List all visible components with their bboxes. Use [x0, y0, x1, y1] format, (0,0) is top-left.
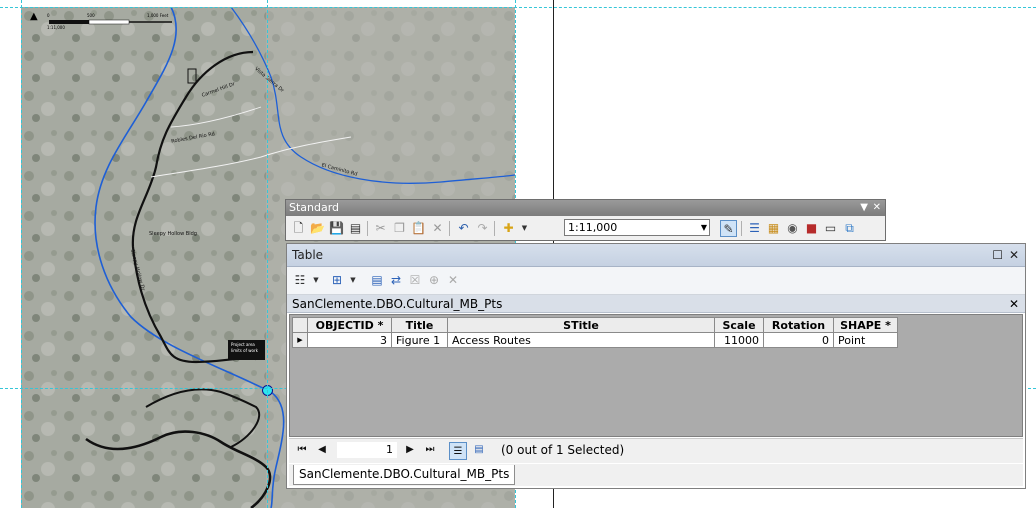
table-window-title: Table	[292, 248, 324, 262]
toolbar-separator	[449, 221, 450, 236]
row-selector-header[interactable]	[292, 317, 308, 333]
toolbar-separator	[494, 221, 495, 236]
search-window-icon[interactable]: ◉	[784, 220, 801, 237]
table-layer-header: SanClemente.DBO.Cultural_MB_Pts ✕	[287, 295, 1025, 313]
close-icon[interactable]: ✕	[873, 200, 881, 216]
toolbar-separator	[741, 221, 742, 236]
standard-toolbar[interactable]: Standard ▼ ✕ 🗋 📂 💾 ▤ ✂ ❐ 📋 ✕ ↶ ↷ ✚ ▼ 1:1…	[285, 199, 886, 241]
standard-toolbar-buttons: 🗋 📂 💾 ▤ ✂ ❐ 📋 ✕ ↶ ↷ ✚ ▼ 1:11,000 ▼ ✎ ☰ ▦…	[288, 218, 884, 240]
model-builder-icon[interactable]: ⧉	[841, 220, 858, 237]
toolbar-options-icon[interactable]: ▼	[860, 200, 868, 216]
column-header-rotation[interactable]: Rotation	[763, 317, 834, 333]
python-window-icon[interactable]: ▭	[822, 220, 839, 237]
close-icon[interactable]: ✕	[1009, 244, 1019, 266]
related-tables-icon[interactable]: ⊞	[329, 272, 345, 288]
catalog-icon[interactable]: ▦	[765, 220, 782, 237]
add-data-dropdown-icon[interactable]: ▼	[516, 220, 533, 237]
last-record-icon[interactable]: ⏭	[423, 443, 437, 457]
column-header-scale[interactable]: Scale	[714, 317, 764, 333]
toolbar-separator	[367, 221, 368, 236]
map-scale-value: 1:11,000	[568, 221, 618, 234]
first-record-icon[interactable]: ⏮	[295, 443, 309, 457]
cell-objectid[interactable]: 3	[307, 332, 392, 348]
attribute-table: OBJECTID * Title STitle Scale Rotation S…	[292, 317, 898, 348]
new-document-icon[interactable]: 🗋	[290, 220, 307, 237]
cell-stitle[interactable]: Access Routes	[447, 332, 715, 348]
column-header-shape[interactable]: SHAPE *	[833, 317, 898, 333]
standard-toolbar-title: Standard	[289, 201, 340, 214]
chevron-down-icon[interactable]: ▼	[701, 220, 707, 235]
close-icon[interactable]: ✕	[1009, 295, 1019, 313]
tab-cultural-mb-pts[interactable]: SanClemente.DBO.Cultural_MB_Pts	[293, 465, 516, 485]
table-layer-name: SanClemente.DBO.Cultural_MB_Pts	[292, 297, 503, 311]
show-selected-records-icon[interactable]: ▤	[472, 443, 486, 457]
scale-bar: 0 500 1,000 Feet 1:11,000	[47, 13, 177, 37]
table-tab-strip: SanClemente.DBO.Cultural_MB_Pts	[289, 464, 1023, 486]
scale-tick-2: 1,000 Feet	[147, 13, 169, 18]
cell-shape[interactable]: Point	[833, 332, 898, 348]
small-map-label: Sleepy Hollow Bldg	[149, 231, 197, 237]
table-row[interactable]: ▶ 3 Figure 1 Access Routes 11000 0 Point	[292, 332, 898, 348]
scale-ratio-text: 1:11,000	[47, 25, 65, 30]
copy-icon[interactable]: ❐	[391, 220, 408, 237]
attribute-table-window[interactable]: Table ☐ ✕ ☷ ▼ ⊞ ▼ ▤ ⇄ ☒ ⊕ ✕ SanClemente.…	[286, 243, 1026, 489]
delete-selected-icon[interactable]: ✕	[445, 272, 461, 288]
guide-line-top	[0, 7, 1036, 8]
open-folder-icon[interactable]: 📂	[309, 220, 326, 237]
previous-record-icon[interactable]: ◀	[315, 443, 329, 457]
clear-selection-icon[interactable]: ☒	[407, 272, 423, 288]
switch-selection-icon[interactable]: ⇄	[388, 272, 404, 288]
scale-tick-0: 0	[47, 13, 50, 18]
attribute-grid[interactable]: OBJECTID * Title STitle Scale Rotation S…	[289, 314, 1023, 437]
zoom-to-selected-icon[interactable]: ⊕	[426, 272, 442, 288]
table-of-contents-icon[interactable]: ☰	[746, 220, 763, 237]
maximize-icon[interactable]: ☐	[992, 244, 1003, 266]
record-navigation-bar: ⏮ ◀ 1 ▶ ⏭ ☰ ▤ (0 out of 1 Selected)	[289, 438, 1023, 463]
next-record-icon[interactable]: ▶	[403, 443, 417, 457]
cut-icon[interactable]: ✂	[372, 220, 389, 237]
scale-tick-1: 500	[87, 13, 95, 18]
arctoolbox-icon[interactable]: ■	[803, 220, 820, 237]
column-header-objectid[interactable]: OBJECTID *	[307, 317, 392, 333]
table-options-dropdown-icon[interactable]: ▼	[308, 272, 324, 288]
table-window-titlebar[interactable]: Table ☐ ✕	[287, 244, 1025, 267]
current-record-input[interactable]: 1	[337, 442, 397, 458]
print-icon[interactable]: ▤	[347, 220, 364, 237]
guide-line-left	[21, 0, 22, 508]
cell-rotation[interactable]: 0	[763, 332, 834, 348]
selection-status-text: (0 out of 1 Selected)	[501, 443, 625, 457]
current-row-indicator-icon[interactable]: ▶	[292, 332, 308, 348]
editor-toolbar-icon[interactable]: ✎	[720, 220, 737, 237]
show-all-records-icon[interactable]: ☰	[449, 442, 467, 460]
cell-title[interactable]: Figure 1	[391, 332, 448, 348]
standard-toolbar-titlebar[interactable]: Standard ▼ ✕	[286, 200, 885, 216]
delete-icon[interactable]: ✕	[429, 220, 446, 237]
north-arrow-icon: ▲	[30, 11, 38, 22]
column-header-title[interactable]: Title	[391, 317, 448, 333]
paste-icon[interactable]: 📋	[410, 220, 427, 237]
column-header-stitle[interactable]: STitle	[447, 317, 715, 333]
save-icon[interactable]: 💾	[328, 220, 345, 237]
map-scale-combobox[interactable]: 1:11,000 ▼	[564, 219, 710, 236]
undo-icon[interactable]: ↶	[455, 220, 472, 237]
guide-line-center	[267, 0, 268, 508]
related-tables-dropdown-icon[interactable]: ▼	[345, 272, 361, 288]
scale-bar-graphic	[49, 19, 172, 25]
redo-icon[interactable]: ↷	[474, 220, 491, 237]
add-data-icon[interactable]: ✚	[500, 220, 517, 237]
table-options-icon[interactable]: ☷	[292, 272, 308, 288]
project-area-callout: Project area limits of work	[228, 340, 265, 360]
cell-scale[interactable]: 11000	[714, 332, 764, 348]
table-toolbar: ☷ ▼ ⊞ ▼ ▤ ⇄ ☒ ⊕ ✕	[287, 267, 1025, 295]
select-by-attributes-icon[interactable]: ▤	[369, 272, 385, 288]
